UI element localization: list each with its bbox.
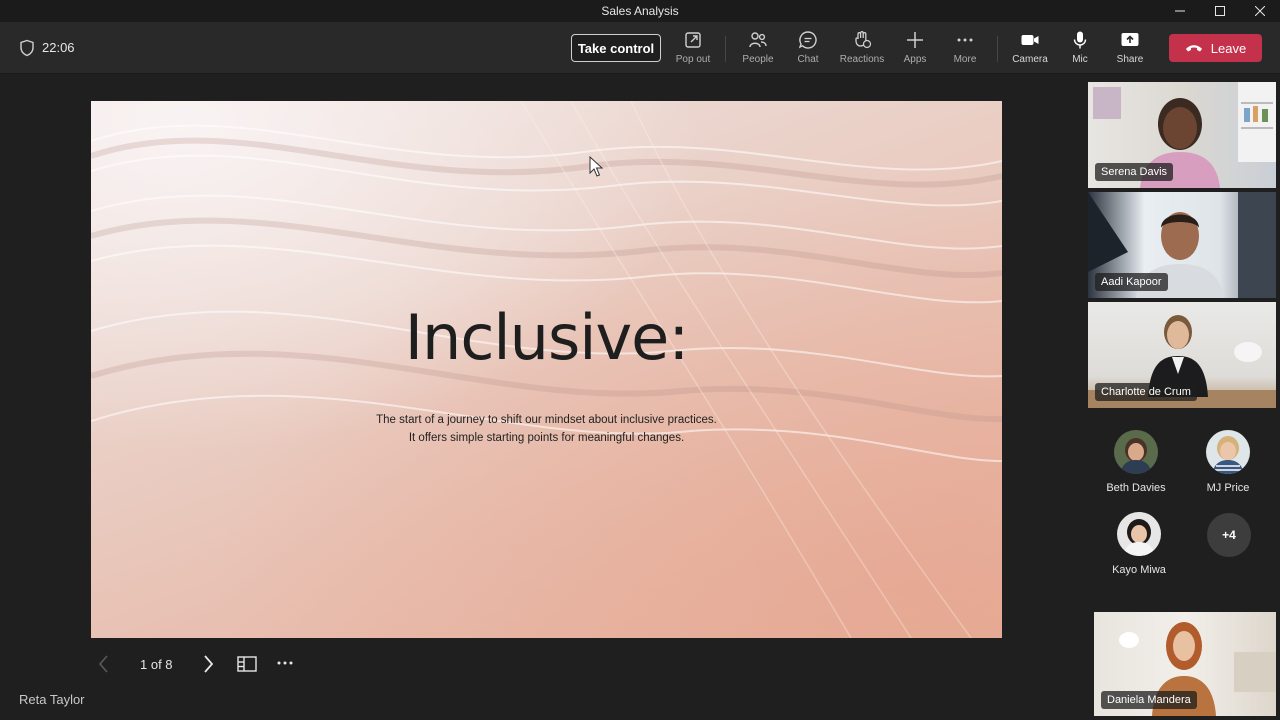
overflow-count: +4: [1207, 513, 1251, 557]
next-slide-button[interactable]: [200, 652, 216, 676]
participant-avatar-item[interactable]: MJ Price: [1193, 430, 1263, 494]
more-button[interactable]: More: [935, 30, 995, 70]
camera-icon: [1021, 35, 1039, 45]
chat-icon: [798, 31, 817, 49]
more-label: More: [953, 54, 977, 65]
participant-name: MJ Price: [1206, 482, 1250, 494]
window-controls: [1160, 0, 1280, 22]
title-bar: Sales Analysis: [0, 0, 1280, 22]
avatar: [1206, 430, 1250, 474]
apps-label: Apps: [903, 54, 927, 65]
participant-name: Serena Davis: [1095, 163, 1174, 181]
mic-label: Mic: [1072, 54, 1088, 65]
participant-name: Charlotte de Crum: [1095, 383, 1197, 401]
previous-slide-button[interactable]: [96, 652, 112, 676]
chevron-left-icon: [98, 655, 108, 673]
presenter-name: Reta Taylor: [19, 692, 85, 707]
shield-icon: [20, 39, 34, 57]
plus-icon: [907, 32, 923, 48]
camera-label: Camera: [1012, 54, 1048, 65]
slide-grid-button[interactable]: [236, 652, 258, 676]
participant-avatar-item[interactable]: Kayo Miwa: [1104, 512, 1174, 576]
self-video-tile[interactable]: Daniela Mandera: [1094, 612, 1276, 716]
take-control-button[interactable]: Take control: [571, 34, 661, 62]
pop-out-button[interactable]: Pop out: [663, 30, 723, 70]
toolbar-divider: [725, 36, 726, 62]
share-button[interactable]: Share: [1100, 30, 1160, 70]
meeting-toolbar: 22:06 Take control Pop out People Chat R…: [0, 22, 1280, 74]
leave-button[interactable]: Leave: [1169, 34, 1262, 62]
more-icon: [277, 661, 293, 665]
close-icon[interactable]: [1240, 0, 1280, 22]
participant-avatar-item[interactable]: Beth Davies: [1101, 430, 1171, 494]
chat-button[interactable]: Chat: [778, 30, 838, 70]
participant-name: Beth Davies: [1106, 482, 1166, 494]
chat-label: Chat: [797, 54, 819, 65]
avatar: [1117, 512, 1161, 556]
hang-up-icon: [1185, 45, 1202, 52]
more-icon: [957, 38, 973, 42]
minimize-icon[interactable]: [1160, 0, 1200, 22]
people-icon: [749, 32, 767, 48]
maximize-icon[interactable]: [1200, 0, 1240, 22]
leave-label: Leave: [1210, 40, 1247, 56]
window-title: Sales Analysis: [601, 4, 679, 18]
share-icon: [1121, 33, 1139, 46]
share-label: Share: [1116, 54, 1144, 65]
participant-video-tile[interactable]: Serena Davis: [1088, 82, 1276, 188]
reactions-button[interactable]: Reactions: [832, 30, 892, 70]
microphone-icon: [1073, 31, 1087, 49]
chevron-right-icon: [204, 655, 214, 673]
shared-slide: Inclusive: The start of a journey to shi…: [91, 101, 1002, 638]
slide-thumbnails-icon: [237, 656, 257, 672]
meeting-timer: 22:06: [42, 40, 75, 55]
participant-name: Kayo Miwa: [1112, 564, 1166, 576]
reactions-label: Reactions: [839, 54, 885, 65]
pop-out-label: Pop out: [675, 54, 711, 65]
slide-title: Inclusive:: [404, 301, 689, 374]
participant-name: Daniela Mandera: [1101, 691, 1197, 709]
toolbar-divider: [997, 36, 998, 62]
slide-subtitle-line2: It offers simple starting points for mea…: [408, 432, 685, 444]
mouse-pointer-icon: [589, 156, 604, 177]
slide-subtitle-line1: The start of a journey to shift our mind…: [376, 414, 717, 426]
slide-more-options-button[interactable]: [276, 652, 294, 676]
more-participants-button[interactable]: +4: [1194, 513, 1264, 557]
reactions-icon: [855, 31, 872, 49]
participant-video-tile[interactable]: Charlotte de Crum: [1088, 302, 1276, 408]
slide-counter: 1 of 8: [140, 657, 173, 672]
avatar: [1114, 430, 1158, 474]
pop-out-icon: [685, 32, 701, 48]
participant-video-tile[interactable]: Aadi Kapoor: [1088, 192, 1276, 298]
participant-name: Aadi Kapoor: [1095, 273, 1168, 291]
people-label: People: [742, 54, 774, 65]
